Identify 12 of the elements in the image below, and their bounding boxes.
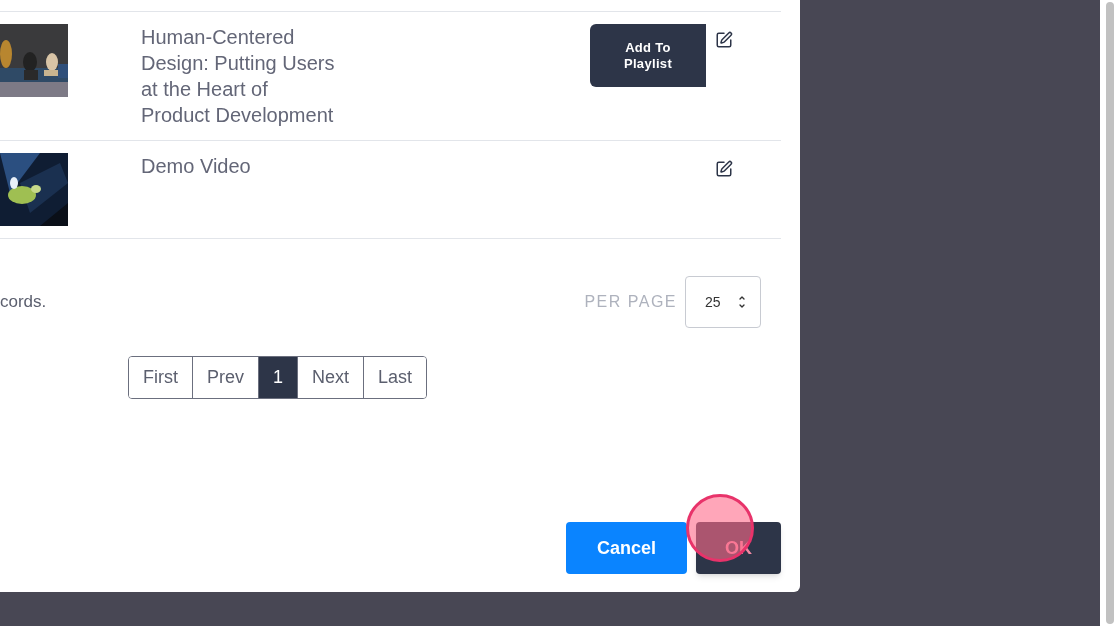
scrollbar-thumb[interactable] <box>1106 2 1114 624</box>
per-page-select[interactable]: 25 <box>685 276 761 328</box>
video-title: Human-Centered Design: Putting Users at the Heart of Product Development <box>141 25 336 128</box>
page-button[interactable]: 1 <box>258 357 298 398</box>
edit-icon[interactable] <box>715 160 733 178</box>
edit-icon[interactable] <box>715 31 733 49</box>
cancel-button[interactable]: Cancel <box>566 522 687 574</box>
per-page-label: PER PAGE <box>584 292 677 312</box>
records-text: cords. <box>0 291 47 314</box>
video-title: Demo Video <box>141 154 252 179</box>
add-to-playlist-button[interactable]: Add To Playlist <box>590 24 706 87</box>
page-button[interactable]: Last <box>363 357 427 398</box>
